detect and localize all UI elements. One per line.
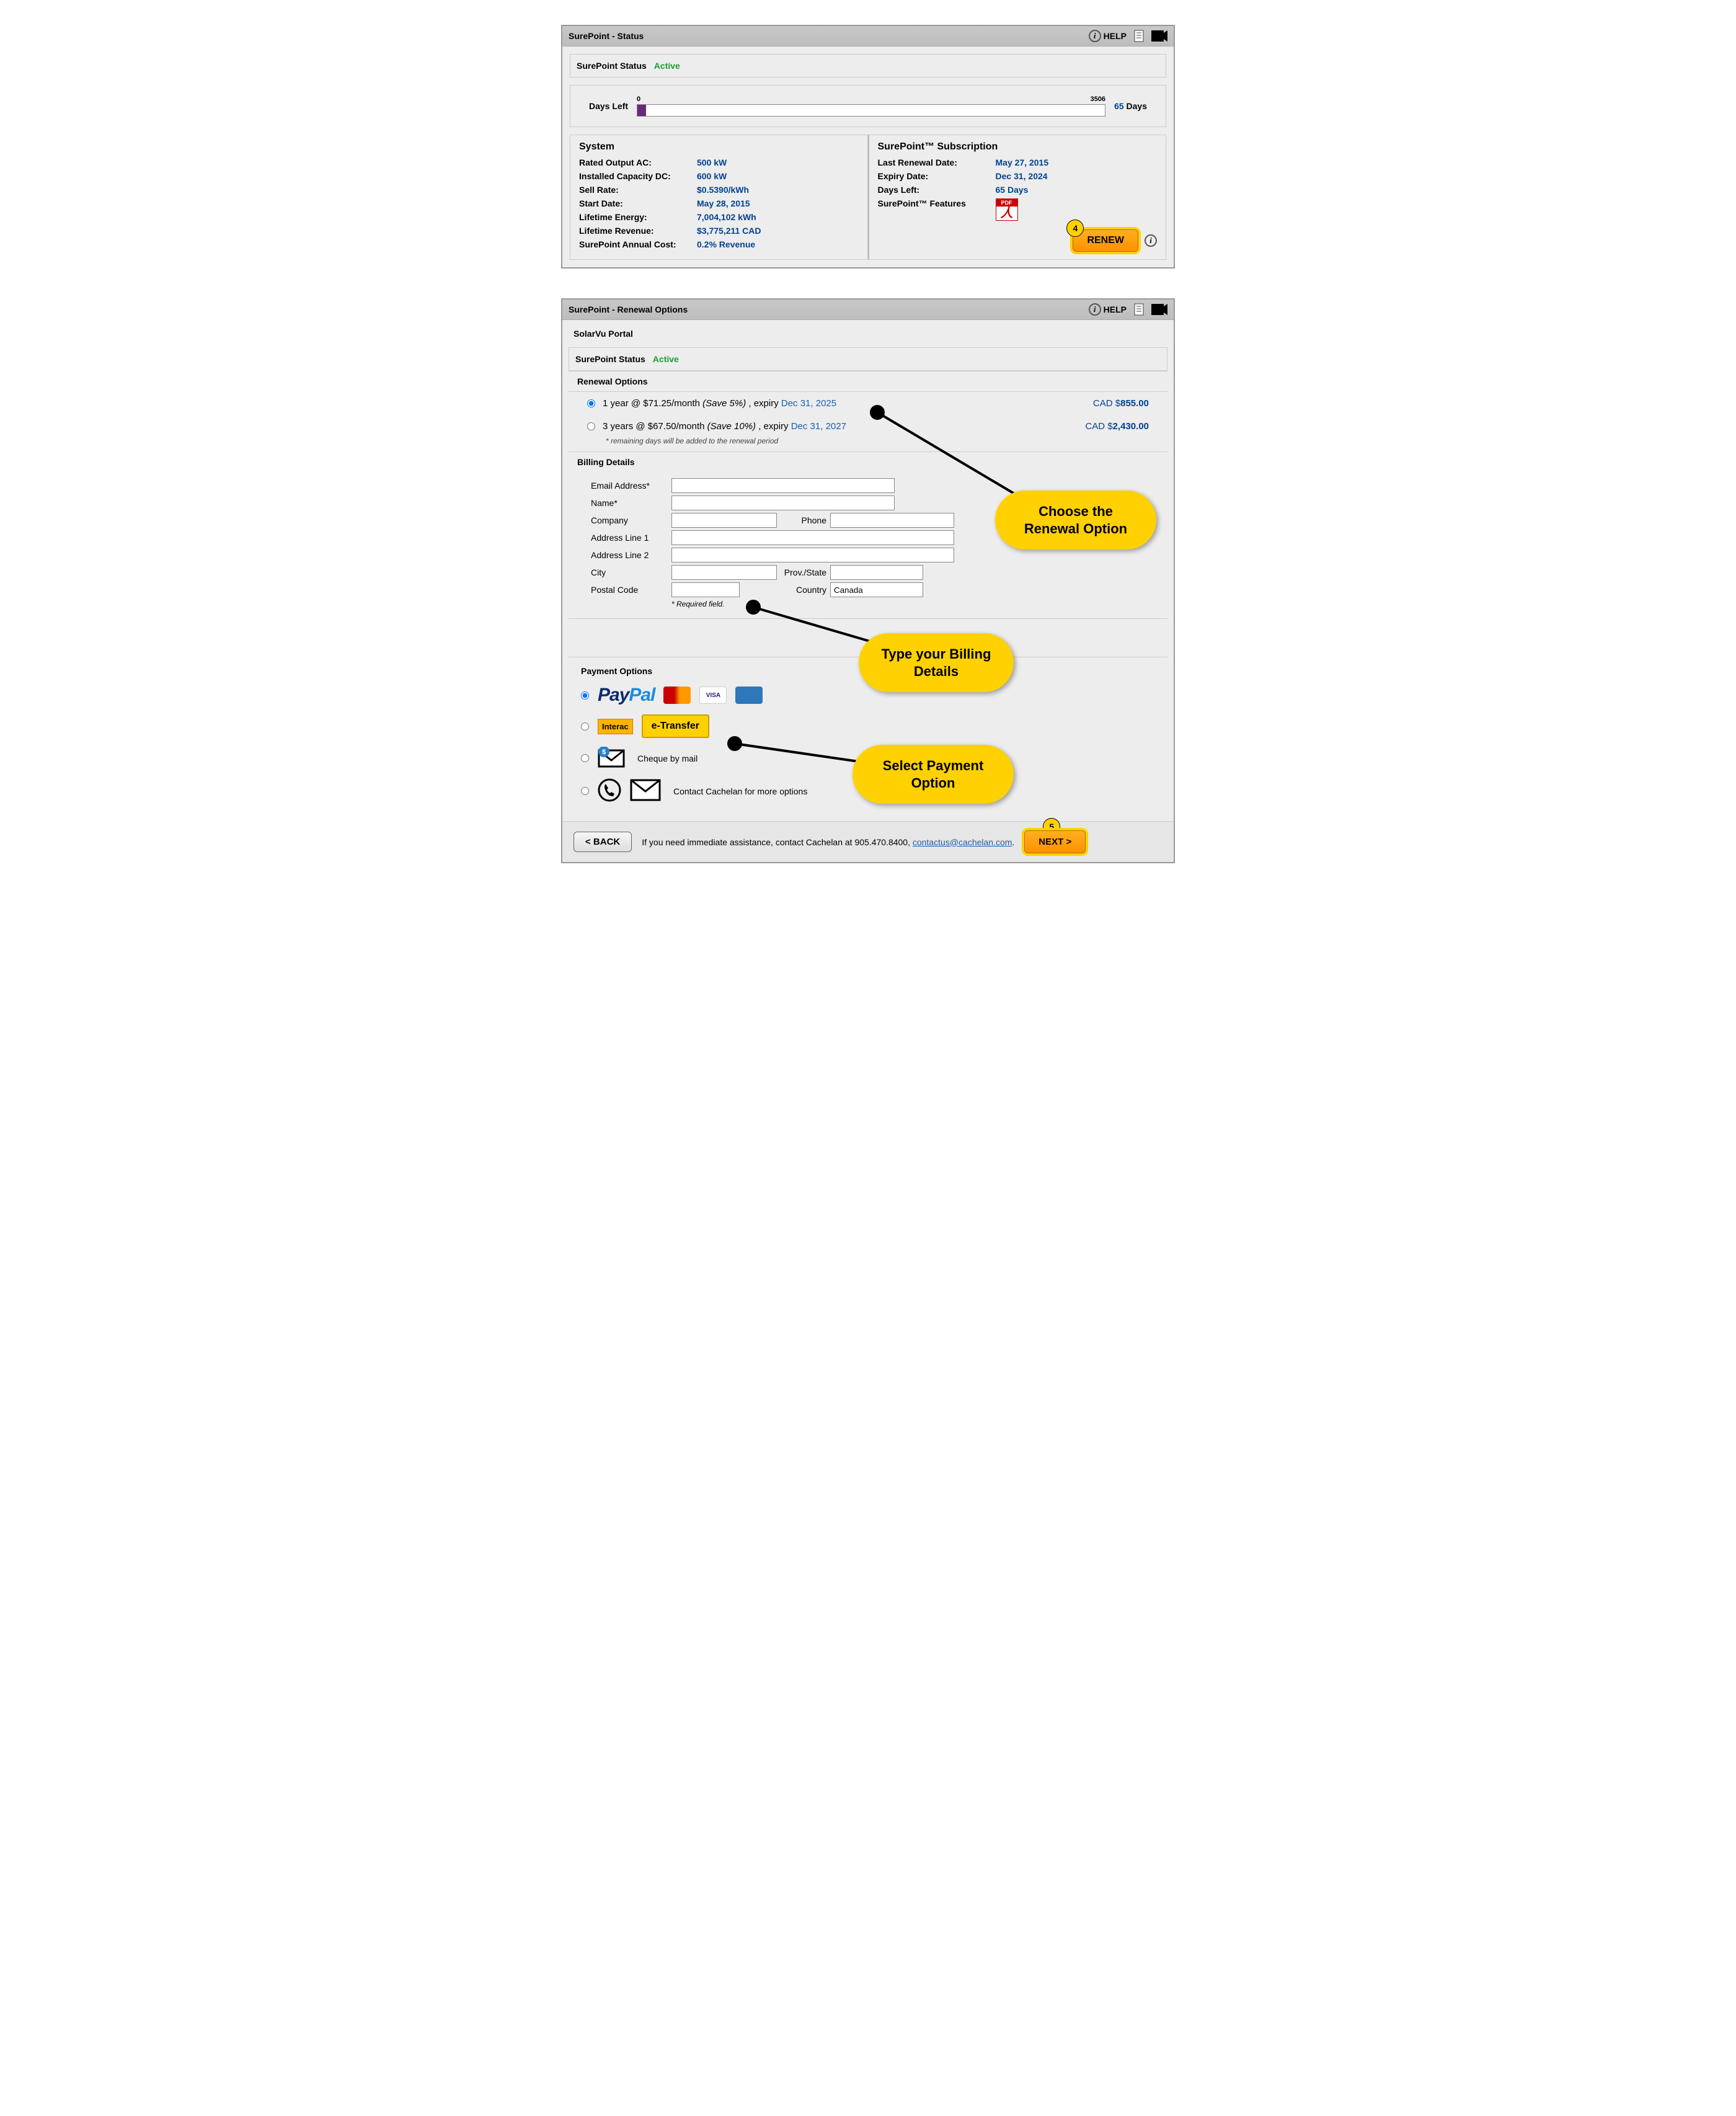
- subscription-column: SurePoint™ Subscription Last Renewal Dat…: [868, 135, 1167, 260]
- city-field[interactable]: [671, 565, 777, 580]
- status-panel-title: SurePoint - Status: [569, 31, 644, 41]
- name-field[interactable]: [671, 496, 895, 510]
- pdf-icon[interactable]: PDF 人: [996, 198, 1018, 221]
- days-word: Days: [1127, 101, 1147, 111]
- phone-field[interactable]: [830, 513, 954, 528]
- required-note: * Required field.: [591, 600, 1145, 608]
- bar-min: 0: [637, 96, 640, 103]
- svg-text:$: $: [602, 749, 606, 756]
- assistance-text: If you need immediate assistance, contac…: [642, 837, 1014, 847]
- envelope-icon: [630, 779, 661, 803]
- visa-icon: VISA: [699, 687, 727, 704]
- callout-payment: Select Payment Option: [852, 745, 1014, 804]
- postal-field[interactable]: [671, 582, 740, 597]
- option-2-row[interactable]: 3 years @ $67.50/month (Save 10%) , expi…: [569, 415, 1167, 438]
- prov-field[interactable]: [830, 565, 923, 580]
- renew-info-icon[interactable]: i: [1145, 234, 1157, 247]
- system-column: System Rated Output AC:500 kW Installed …: [570, 135, 868, 260]
- portal-label: SolarVu Portal: [562, 320, 1174, 347]
- phone-icon: [598, 778, 621, 804]
- option-1-radio[interactable]: [587, 399, 595, 407]
- status-box-2: SurePoint Status Active: [569, 347, 1167, 371]
- paypal-icon: PayPal: [598, 685, 655, 706]
- address1-field[interactable]: [671, 530, 954, 545]
- system-heading: System: [579, 141, 859, 153]
- video-icon[interactable]: [1151, 304, 1167, 315]
- callout-renewal: Choose the Renewal Option: [995, 491, 1156, 549]
- status-panel: SurePoint - Status i HELP SurePoint Stat…: [561, 25, 1175, 269]
- video-icon[interactable]: [1151, 30, 1167, 42]
- bar-max: 3506: [1091, 96, 1105, 103]
- callout-dot-3: [727, 736, 742, 751]
- email-field[interactable]: [671, 478, 895, 493]
- cheque-radio[interactable]: [581, 754, 589, 762]
- renewal-options-heading: Renewal Options: [569, 371, 1167, 392]
- days-left-box: Days Left 0 3506 65 Days: [570, 85, 1166, 127]
- subscription-heading: SurePoint™ Subscription: [878, 141, 1158, 153]
- status-box: SurePoint Status Active: [570, 54, 1166, 78]
- renewal-title-bar: SurePoint - Renewal Options i HELP: [562, 300, 1174, 320]
- footer-bar: < BACK If you need immediate assistance,…: [562, 821, 1174, 862]
- mastercard-icon: [663, 687, 691, 704]
- billing-heading: Billing Details: [569, 452, 1167, 472]
- company-field[interactable]: [671, 513, 777, 528]
- option-2-radio[interactable]: [587, 422, 595, 430]
- help-button[interactable]: i HELP: [1089, 303, 1127, 316]
- paypal-radio[interactable]: [581, 691, 589, 700]
- callout-billing: Type your Billing Details: [859, 633, 1014, 692]
- next-button[interactable]: NEXT >: [1024, 830, 1086, 853]
- interac-option[interactable]: Interac e-Transfer: [581, 714, 1155, 738]
- days-left-label: Days Left: [589, 101, 628, 111]
- contact-radio[interactable]: [581, 787, 589, 795]
- renew-button[interactable]: RENEW: [1073, 229, 1138, 252]
- amex-icon: [735, 687, 763, 704]
- contact-email-link[interactable]: contactus@cachelan.com: [913, 837, 1012, 847]
- status-label: SurePoint Status: [577, 61, 647, 71]
- info-icon: i: [1089, 303, 1101, 316]
- option-1-row[interactable]: 1 year @ $71.25/month (Save 5%) , expiry…: [569, 392, 1167, 415]
- info-icon: i: [1089, 30, 1101, 42]
- interac-icon: Interac: [598, 719, 633, 734]
- status-value: Active: [654, 61, 680, 71]
- callout-dot-1: [870, 405, 885, 420]
- info-columns: System Rated Output AC:500 kW Installed …: [570, 135, 1166, 260]
- address2-field[interactable]: [671, 548, 954, 562]
- renewal-panel-title: SurePoint - Renewal Options: [569, 305, 688, 314]
- remaining-note: * remaining days will be added to the re…: [569, 437, 1167, 445]
- callout-dot-2: [746, 600, 761, 615]
- document-icon[interactable]: [1133, 303, 1145, 316]
- back-button[interactable]: < BACK: [574, 832, 632, 852]
- document-icon[interactable]: [1133, 30, 1145, 42]
- bar-fill: [637, 105, 646, 116]
- interac-radio[interactable]: [581, 722, 589, 731]
- cheque-icon: $: [598, 747, 625, 770]
- status-title-bar: SurePoint - Status i HELP: [562, 26, 1174, 47]
- days-left-bar: [637, 104, 1105, 117]
- help-button[interactable]: i HELP: [1089, 30, 1127, 42]
- country-field[interactable]: [830, 582, 923, 597]
- paypal-option[interactable]: PayPal VISA: [581, 685, 1155, 706]
- days-left-value: 65: [1114, 101, 1124, 111]
- etransfer-icon: e-Transfer: [642, 714, 709, 738]
